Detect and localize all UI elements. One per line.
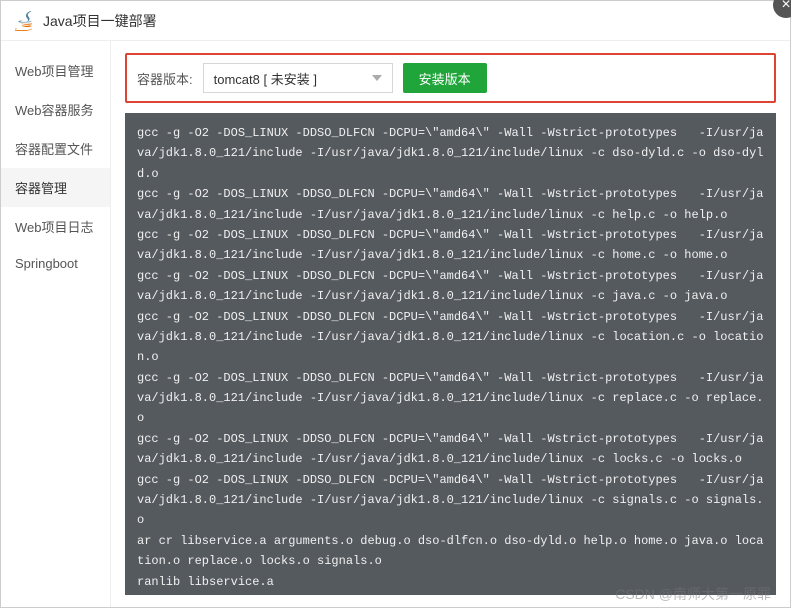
sidebar-item-web-container[interactable]: Web容器服务 bbox=[1, 90, 110, 129]
console-output[interactable]: gcc -g -O2 -DOS_LINUX -DDSO_DLFCN -DCPU=… bbox=[125, 113, 776, 595]
main-panel: 容器版本: tomcat8 [ 未安装 ] 安装版本 gcc -g -O2 -D… bbox=[111, 41, 790, 607]
titlebar: Java项目一键部署 bbox=[1, 1, 790, 41]
sidebar-item-container-config[interactable]: 容器配置文件 bbox=[1, 129, 110, 168]
sidebar: Web项目管理 Web容器服务 容器配置文件 容器管理 Web项目日志 Spri… bbox=[1, 41, 111, 607]
java-icon bbox=[15, 11, 35, 31]
dialog-body: Web项目管理 Web容器服务 容器配置文件 容器管理 Web项目日志 Spri… bbox=[1, 41, 790, 607]
sidebar-item-container-manage[interactable]: 容器管理 bbox=[1, 168, 110, 207]
window-title: Java项目一键部署 bbox=[43, 11, 157, 31]
close-icon: × bbox=[781, 0, 790, 14]
dialog-window: × Java项目一键部署 Web项目管理 Web容器服务 容器配置文件 容器管理… bbox=[0, 0, 791, 608]
version-control-row: 容器版本: tomcat8 [ 未安装 ] 安装版本 bbox=[125, 53, 776, 103]
selected-option: tomcat8 [ 未安装 ] bbox=[214, 69, 317, 88]
sidebar-item-web-project[interactable]: Web项目管理 bbox=[1, 51, 110, 90]
sidebar-item-web-log[interactable]: Web项目日志 bbox=[1, 207, 110, 246]
version-select[interactable]: tomcat8 [ 未安装 ] bbox=[203, 63, 393, 93]
sidebar-item-springboot[interactable]: Springboot bbox=[1, 246, 110, 281]
install-button[interactable]: 安装版本 bbox=[403, 63, 487, 93]
container-version-label: 容器版本: bbox=[137, 69, 193, 88]
